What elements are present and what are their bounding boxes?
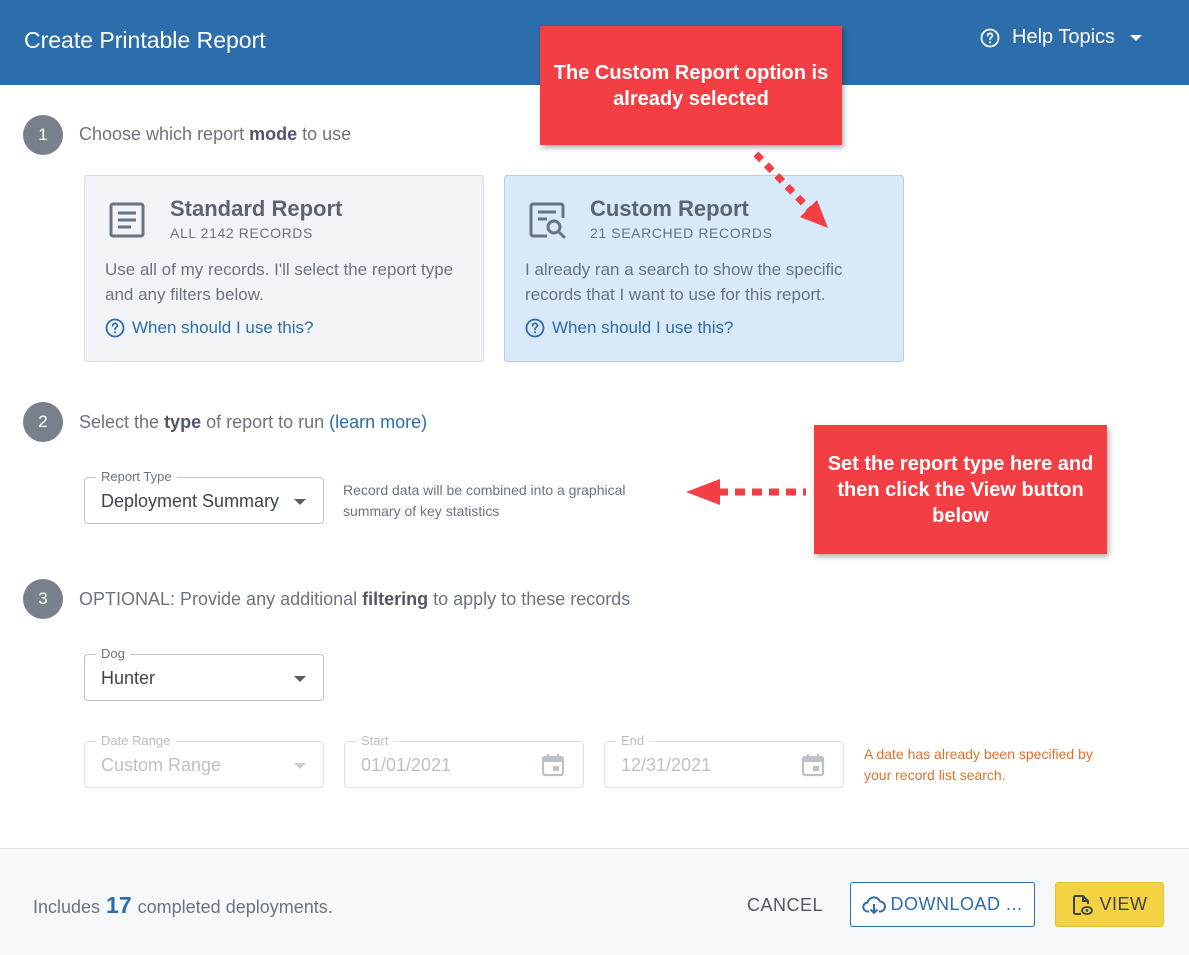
help-circle-icon	[525, 318, 545, 338]
chevron-down-icon	[1130, 34, 1143, 41]
deployment-count: 17	[106, 892, 132, 918]
step-3-badge: 3	[23, 579, 63, 619]
step-1-post: to use	[297, 124, 352, 144]
standard-report-count: ALL 2142 RECORDS	[170, 225, 313, 241]
learn-more-link[interactable]: (learn more)	[329, 412, 427, 432]
calendar-icon[interactable]	[800, 752, 826, 778]
start-date-value: 01/01/2021	[361, 755, 452, 775]
report-type-label: Report Type	[96, 469, 177, 484]
download-label: DOWNLOAD ...	[890, 894, 1023, 914]
deployment-count-text: Includes 17 completed deployments.	[33, 892, 333, 919]
custom-report-help-link[interactable]: When should I use this?	[525, 318, 733, 338]
report-type-helper: Record data will be combined into a grap…	[343, 482, 626, 519]
date-range-value: Custom Range	[101, 755, 222, 775]
help-circle-icon	[105, 318, 125, 338]
page-title: Create Printable Report	[24, 27, 266, 53]
step-2-text: Select the type of report to run (learn …	[79, 412, 427, 433]
count-suffix: completed deployments.	[137, 897, 333, 917]
view-button[interactable]: VIEW	[1055, 882, 1164, 927]
step-2-badge: 2	[23, 402, 63, 442]
step-1-pre: Choose which report	[79, 124, 250, 144]
step-3-pre: OPTIONAL: Provide any additional	[79, 589, 363, 609]
dog-value: Hunter	[101, 668, 156, 688]
step-1-text: Choose which report mode to use	[79, 124, 351, 145]
callout-arrow-left	[686, 479, 806, 505]
step-2-bold: type	[164, 412, 202, 432]
end-date-field[interactable]: End 12/31/2021	[604, 733, 844, 788]
callout-arrow-down	[753, 151, 828, 228]
step-2-post: of report to run	[201, 412, 330, 432]
step-1-badge: 1	[23, 115, 63, 155]
callout-report-type: Set the report type here and then click …	[814, 425, 1107, 554]
report-type-select[interactable]: Report Type Deployment Summary	[84, 469, 324, 524]
chevron-down-icon	[294, 763, 306, 769]
step-1-bold: mode	[249, 124, 298, 144]
dog-select[interactable]: Dog Hunter	[84, 646, 324, 701]
date-range-select[interactable]: Date Range Custom Range	[84, 733, 324, 788]
cancel-button[interactable]: CANCEL	[735, 883, 835, 927]
date-warning-text: A date has already been specified by you…	[864, 746, 1093, 783]
help-topics-menu[interactable]: Help Topics	[980, 26, 1143, 49]
standard-report-description: Use all of my records. I'll select the r…	[105, 260, 454, 304]
step-3-text: OPTIONAL: Provide any additional filteri…	[79, 589, 630, 610]
count-prefix: Includes	[33, 897, 101, 917]
custom-report-description: I already ran a search to show the speci…	[525, 260, 843, 304]
cloud-download-icon	[862, 895, 887, 914]
help-topics-label: Help Topics	[1012, 26, 1116, 48]
calendar-icon[interactable]	[540, 752, 566, 778]
custom-report-card[interactable]: Custom Report 21 SEARCHED RECORDS I alre…	[504, 175, 904, 362]
step-2-pre: Select the	[79, 412, 165, 432]
step-3-post: to apply to these records	[428, 589, 631, 609]
document-search-icon	[529, 202, 566, 239]
start-date-label: Start	[356, 733, 394, 748]
chevron-down-icon	[294, 676, 306, 682]
view-label: VIEW	[1099, 894, 1148, 914]
standard-report-title: Standard Report	[170, 196, 343, 221]
chevron-down-icon	[294, 499, 306, 505]
download-button[interactable]: DOWNLOAD ...	[850, 882, 1035, 927]
step-3-bold: filtering	[362, 589, 429, 609]
footer-bar: Includes 17 completed deployments. CANCE…	[0, 849, 1189, 955]
end-date-label: End	[616, 733, 650, 748]
custom-report-help-label: When should I use this?	[552, 318, 734, 337]
standard-report-help-link[interactable]: When should I use this?	[105, 318, 313, 338]
callout-custom-report: The Custom Report option is already sele…	[540, 26, 842, 145]
report-type-value: Deployment Summary	[101, 491, 280, 511]
custom-report-title: Custom Report	[590, 196, 749, 221]
date-range-label: Date Range	[96, 733, 176, 748]
help-circle-icon	[980, 28, 1000, 47]
dog-label: Dog	[96, 646, 130, 661]
document-view-icon	[1073, 894, 1094, 915]
end-date-value: 12/31/2021	[621, 755, 712, 775]
start-date-field[interactable]: Start 01/01/2021	[344, 733, 584, 788]
standard-report-help-label: When should I use this?	[132, 318, 314, 337]
standard-report-card[interactable]: Standard Report ALL 2142 RECORDS Use all…	[84, 175, 484, 362]
document-list-icon	[109, 202, 145, 238]
